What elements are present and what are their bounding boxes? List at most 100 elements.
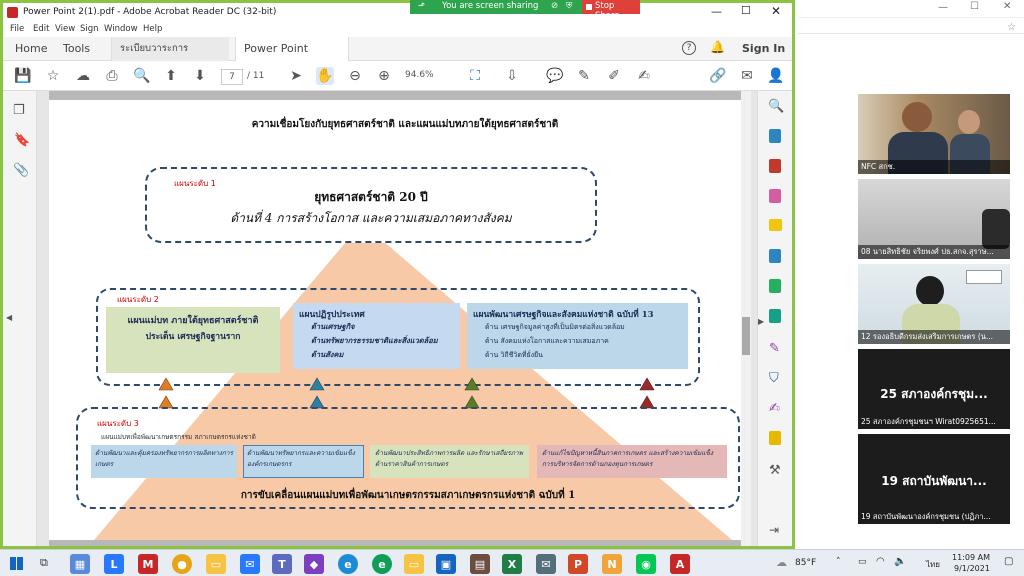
protect-icon[interactable]: ⛉ bbox=[769, 371, 779, 386]
fill-sign-tool-icon[interactable]: ✎ bbox=[769, 341, 780, 356]
stop-share-button[interactable]: Stop Share bbox=[582, 0, 640, 21]
notes-app-icon[interactable]: N bbox=[602, 554, 622, 574]
minimize-button[interactable]: — bbox=[938, 2, 948, 13]
edit-pdf-icon[interactable] bbox=[769, 189, 781, 203]
edge-browser-icon[interactable]: e bbox=[372, 554, 392, 574]
create-pdf-icon[interactable] bbox=[769, 159, 781, 173]
windows-start-icon[interactable] bbox=[10, 557, 23, 570]
store-app-icon[interactable]: ▣ bbox=[436, 554, 456, 574]
wifi-icon[interactable]: ◠ bbox=[876, 556, 885, 567]
tab-document-1[interactable]: ระเบียบวาระการประชุม.... ✕ bbox=[111, 37, 229, 78]
collapse-panel-icon[interactable]: ⇥ bbox=[769, 523, 779, 537]
fill-sign-icon[interactable]: ✍ bbox=[635, 67, 653, 85]
menu-file[interactable]: File bbox=[10, 24, 24, 34]
hand-tool-icon[interactable]: ✋ bbox=[316, 67, 334, 85]
mail-outlook-icon[interactable]: ✉ bbox=[536, 554, 556, 574]
teams-app-icon[interactable]: T bbox=[272, 554, 292, 574]
language-indicator[interactable]: ไทย bbox=[926, 558, 940, 571]
bell-icon[interactable]: 🔔 bbox=[710, 40, 725, 54]
zoom-level-select[interactable]: 94.6% bbox=[405, 70, 434, 80]
powerpoint-app-icon[interactable]: P bbox=[568, 554, 588, 574]
expand-left-icon[interactable]: ◀ bbox=[6, 313, 12, 322]
save-icon[interactable]: 💾 bbox=[14, 67, 32, 85]
share-user-icon[interactable]: 👤 bbox=[767, 67, 785, 85]
mcafee-app-icon[interactable]: M bbox=[138, 554, 158, 574]
tab-document-2[interactable]: Power Point 2(1).pdf ✕ bbox=[235, 37, 349, 79]
tab-home[interactable]: Home bbox=[7, 37, 55, 61]
scan-ocr-icon[interactable] bbox=[769, 309, 781, 323]
task-view-icon[interactable]: ⧉ bbox=[40, 556, 48, 570]
weather-temp[interactable]: 85°F bbox=[795, 558, 816, 568]
fit-page-icon[interactable]: ⛶ bbox=[466, 67, 484, 85]
search-icon[interactable]: 🔍 bbox=[133, 67, 151, 85]
star-icon[interactable]: ☆ bbox=[1007, 22, 1016, 33]
folder-icon[interactable]: ▭ bbox=[404, 554, 424, 574]
print-icon[interactable]: ⎙ bbox=[103, 67, 121, 85]
line-app-icon[interactable]: ◉ bbox=[636, 554, 656, 574]
more-tools-icon[interactable]: ⚒ bbox=[769, 463, 781, 478]
combine-files-icon[interactable] bbox=[769, 249, 781, 263]
mail-icon[interactable]: ✉ bbox=[738, 67, 756, 85]
video-tile-3[interactable]: 12 รองอธิบดีกรมส่งเสริมการเกษตร (น... bbox=[858, 264, 1010, 344]
notifications-icon[interactable]: ▢ bbox=[1004, 556, 1013, 567]
help-icon[interactable]: ? bbox=[682, 41, 696, 55]
menu-window[interactable]: Window bbox=[104, 24, 138, 34]
pause-icon[interactable]: ⊘ bbox=[551, 1, 558, 11]
close-button[interactable]: ✕ bbox=[1003, 1, 1011, 12]
close-button[interactable]: ✕ bbox=[771, 4, 781, 18]
page-up-icon[interactable]: ⬆ bbox=[162, 67, 180, 85]
scrollbar-thumb[interactable] bbox=[742, 317, 750, 355]
video-tile-1[interactable]: NFC สกช. bbox=[858, 94, 1010, 174]
page-thumbnails-icon[interactable]: ❐ bbox=[13, 103, 25, 118]
file-explorer-icon[interactable]: ▭ bbox=[206, 554, 226, 574]
zoom-in-icon[interactable]: ⊕ bbox=[375, 67, 393, 85]
sign-in-link[interactable]: Sign In bbox=[742, 42, 785, 55]
highlight-pen-icon[interactable]: ✎ bbox=[575, 67, 593, 85]
video-tile-2[interactable]: 08 นายสิทธิชัย จริยพงศ์ ปธ.สกจ.สุราษ... bbox=[858, 179, 1010, 259]
bookmarks-icon[interactable]: 🔖 bbox=[14, 133, 30, 148]
zoom-tool-icon[interactable]: 🔍 bbox=[768, 99, 784, 114]
sticky-notes-icon[interactable]: ▤ bbox=[470, 554, 490, 574]
visual-studio-icon[interactable]: ◆ bbox=[304, 554, 324, 574]
video-tile-4[interactable]: 25 สภาองค์กรชุม... 25 สภาองค์กรชุมชนฯ Wi… bbox=[858, 349, 1010, 429]
vertical-scrollbar[interactable] bbox=[741, 91, 751, 546]
export-pdf-icon[interactable] bbox=[769, 129, 781, 143]
clock-time[interactable]: 11:09 AM bbox=[952, 553, 990, 562]
send-for-signature-icon[interactable]: ✍ bbox=[769, 401, 780, 416]
page-number-input[interactable]: 7 bbox=[221, 69, 243, 85]
bookmark-star-icon[interactable]: ☆ bbox=[44, 67, 62, 85]
maximize-button[interactable]: ☐ bbox=[970, 1, 979, 12]
link-icon[interactable]: 🔗 bbox=[709, 67, 727, 85]
menu-view[interactable]: View bbox=[55, 24, 75, 34]
attachments-icon[interactable]: 📎 bbox=[13, 163, 29, 178]
menu-help[interactable]: Help bbox=[143, 24, 162, 34]
menu-sign[interactable]: Sign bbox=[80, 24, 99, 34]
expand-right-icon[interactable]: ▶ bbox=[758, 317, 764, 326]
edge-app-icon[interactable]: e bbox=[338, 554, 358, 574]
acrobat-app-icon[interactable]: A bbox=[670, 554, 690, 574]
video-tile-5[interactable]: 19 สถาบันพัฒนา... 19 สถาบันพัฒนาองค์กรชุ… bbox=[858, 434, 1010, 524]
maximize-button[interactable]: ☐ bbox=[741, 4, 751, 17]
select-cursor-icon[interactable]: ➤ bbox=[287, 67, 305, 85]
network-icon[interactable]: ▭ bbox=[858, 557, 867, 567]
widgets-app-icon[interactable]: ▦ bbox=[70, 554, 90, 574]
draw-icon[interactable]: ✐ bbox=[605, 67, 623, 85]
tray-chevron-icon[interactable]: ˄ bbox=[836, 557, 841, 567]
zoom-out-icon[interactable]: ⊖ bbox=[346, 67, 364, 85]
page-down-icon[interactable]: ⬇ bbox=[191, 67, 209, 85]
tab-tools[interactable]: Tools bbox=[55, 37, 98, 61]
chrome-app-icon[interactable]: ● bbox=[172, 554, 192, 574]
comment-tool-icon[interactable] bbox=[769, 219, 782, 231]
clock-date[interactable]: 9/1/2021 bbox=[954, 564, 990, 573]
weather-icon[interactable]: ☁ bbox=[776, 556, 787, 569]
comment-icon[interactable]: 💬 bbox=[546, 67, 564, 85]
menu-edit[interactable]: Edit bbox=[33, 24, 49, 34]
mail-app-icon[interactable]: ✉ bbox=[240, 554, 260, 574]
organize-pages-icon[interactable] bbox=[769, 279, 781, 293]
minimize-button[interactable]: — bbox=[711, 5, 722, 18]
scroll-mode-icon[interactable]: ⇩ bbox=[503, 67, 521, 85]
lync-app-icon[interactable]: L bbox=[104, 554, 124, 574]
upload-cloud-icon[interactable]: ☁ bbox=[74, 67, 92, 85]
volume-icon[interactable]: 🔈 bbox=[894, 556, 906, 567]
certificates-icon[interactable] bbox=[769, 431, 781, 445]
